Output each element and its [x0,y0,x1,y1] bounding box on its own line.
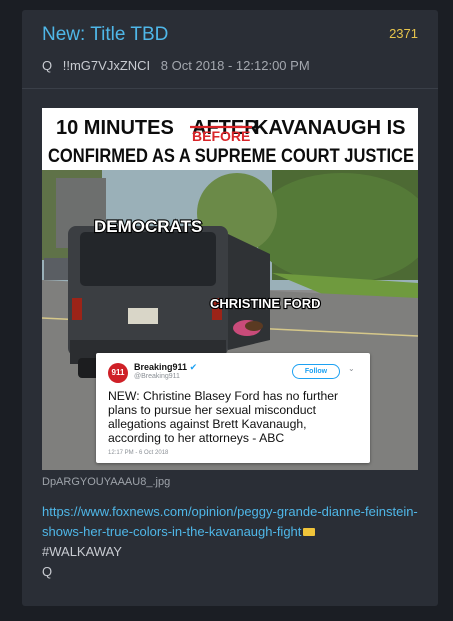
post-body: https://www.foxnews.com/opinion/peggy-gr… [42,502,422,582]
post-card: New: Title TBD 2371 Q !!mG7VJxZNCI 8 Oct… [22,10,438,606]
embedded-tweet: 911 Breaking911 ✔ @Breaking911 Follow ⌄ … [96,353,370,463]
breaking911-logo: 911 [108,363,128,383]
label-christine-ford: CHRISTINE FORD [210,296,321,311]
tweet-text: NEW: Christine Blasey Ford has no furthe… [108,389,339,445]
post-number[interactable]: 2371 [389,26,418,41]
post-title: New: Title TBD [42,24,169,45]
hashtag: #WALKAWAY [42,544,122,559]
label-democrats: DEMOCRATS [94,217,202,236]
tweet-author-name: Breaking911 [134,362,188,372]
tweet-date: 12:17 PM - 6 Oct 2018 [108,450,169,456]
folder-icon[interactable] [303,527,316,536]
caption-line1-a: 10 MINUTES [56,117,174,139]
caption-line2: CONFIRMED AS A SUPREME COURT JUSTICE [48,146,414,167]
signature: Q [42,564,53,579]
tweet-author: Breaking911 ✔ [134,362,197,373]
follow-button: Follow [292,364,340,379]
post-date: 8 Oct 2018 - 12:12:00 PM [160,58,310,73]
post-author: Q [42,58,53,73]
caption-inserted: BEFORE [192,128,250,144]
post-header: New: Title TBD 2371 Q !!mG7VJxZNCI 8 Oct… [22,10,438,89]
post-meta: Q !!mG7VJxZNCI 8 Oct 2018 - 12:12:00 PM [42,58,310,73]
verified-icon: ✔ [189,362,198,372]
article-link[interactable]: https://www.foxnews.com/opinion/peggy-gr… [42,504,418,539]
image-filename[interactable]: DpARGYOUYAAAU8_.jpg [42,476,170,488]
caption-line1-b: KAVANAUGH IS [254,117,405,139]
chevron-down-icon: ⌄ [348,364,355,373]
post-tripcode: !!mG7VJxZNCI [62,58,151,73]
tweet-handle: @Breaking911 [134,373,180,380]
post-image[interactable]: 10 MINUTES AFTER BEFORE KAVANAUGH IS CON… [42,108,418,470]
